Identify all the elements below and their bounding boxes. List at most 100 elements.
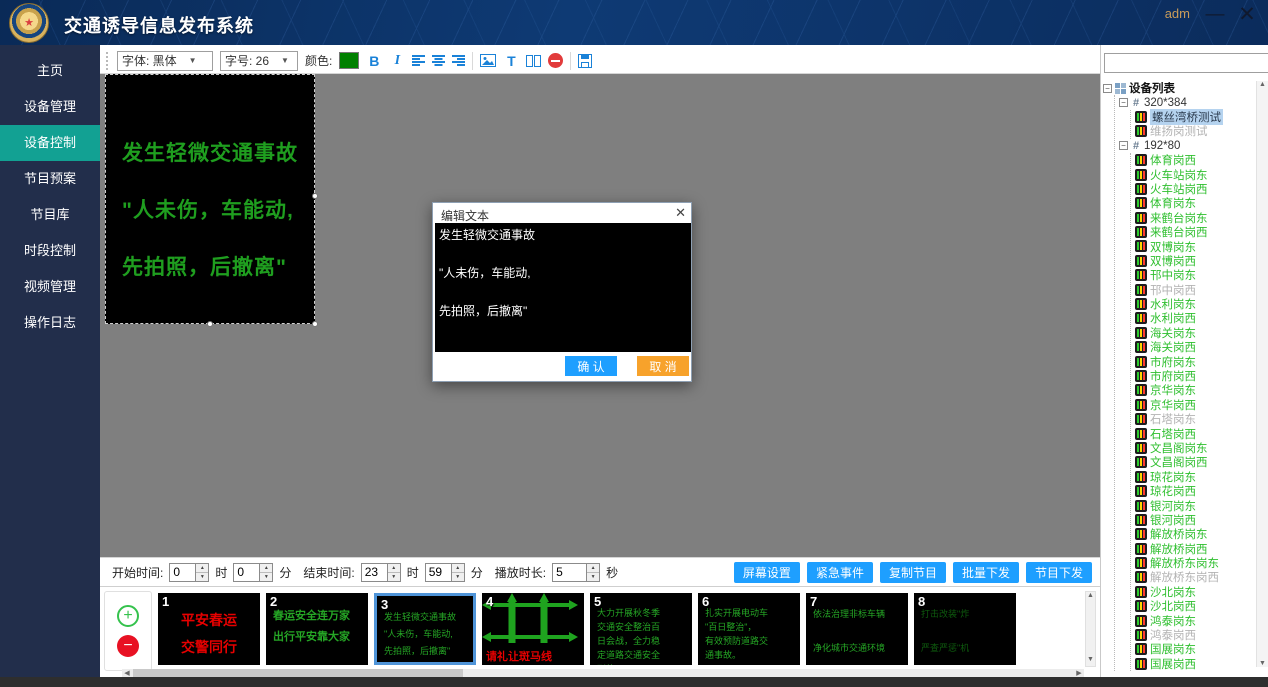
italic-button[interactable]: I [389,53,405,69]
playlist-item-3[interactable]: 3发生轻微交通事故"人未伤，车能动,先拍照，后撤离" [374,593,476,665]
playlist-item-2[interactable]: 2春运安全连万家出行平安靠大家 [266,593,368,665]
font-family-select[interactable]: 字体: 黑体 ▼ [117,51,213,71]
tree-device[interactable]: 维扬岗测试 [1135,124,1255,138]
collapse-toggle[interactable]: − [1119,98,1128,107]
playlist-item-5[interactable]: 5大力开展秋冬季交通安全整治百日会战，全力稳定道路交通安全形势！ [590,593,692,665]
collapse-toggle[interactable]: − [1119,141,1128,150]
playlist-item-8[interactable]: 8打击改装"炸 严查严惩"机 [914,593,1016,665]
tree-device[interactable]: 解放桥东岗东 [1135,556,1255,570]
playlist-item-1[interactable]: 1平安春运交警同行 [158,593,260,665]
playlist-item-6[interactable]: 6扎实开展电动车"百日整治"，有效预防道路交通事故。 [698,593,800,665]
minimize-button[interactable]: — [1202,2,1228,28]
screen-split-icon[interactable] [526,55,541,67]
tree-device[interactable]: 琼花岗东 [1135,470,1255,484]
end-hour-stepper[interactable]: ▲▼ [387,563,401,582]
spin-up-icon[interactable]: ▲ [196,564,208,573]
dialog-textarea[interactable]: 发生轻微交通事故 "人未伤，车能动, 先拍照，后撤离" [435,223,691,352]
duration-input[interactable] [552,563,586,582]
playlist-item-4[interactable]: 4请礼让斑马线 [482,593,584,665]
resize-handle-right[interactable] [312,193,318,199]
tree-device[interactable]: 解放桥岗西 [1135,542,1255,556]
font-size-select[interactable]: 字号: 26 ▼ [220,51,298,71]
confirm-button[interactable]: 确 认 [565,356,617,376]
tree-scrollbar[interactable]: ▲ ▼ [1256,81,1268,667]
sidebar-item-home[interactable]: 主页 [0,53,100,89]
action-button-screen-settings[interactable]: 屏幕设置 [734,562,800,583]
tree-device[interactable]: 石塔岗东 [1135,412,1255,426]
tree-device[interactable]: 银河岗西 [1135,513,1255,527]
tree-device[interactable]: 京华岗西 [1135,398,1255,412]
playlist-vertical-scrollbar[interactable]: ▲ ▼ [1085,591,1096,667]
end-minute-input[interactable] [425,563,451,582]
tree-device[interactable]: 邗中岗东 [1135,268,1255,282]
tree-device[interactable]: 京华岗东 [1135,383,1255,397]
color-swatch[interactable] [339,52,359,69]
tree-device[interactable]: 琼花岗西 [1135,484,1255,498]
spin-down-icon[interactable]: ▼ [587,573,599,581]
tree-device[interactable]: 邗中岗西 [1135,282,1255,296]
tree-group-320*384[interactable]: −#320*384 [1119,95,1255,109]
cancel-button[interactable]: 取 消 [637,356,689,376]
sidebar-item-operation-log[interactable]: 操作日志 [0,305,100,341]
scroll-down-icon[interactable]: ▼ [1257,660,1268,667]
tree-device[interactable]: 文昌阁岗西 [1135,455,1255,469]
tree-device[interactable]: 市府岗西 [1135,369,1255,383]
tree-device[interactable]: 石塔岗西 [1135,426,1255,440]
tree-device[interactable]: 解放桥东岗西 [1135,570,1255,584]
tree-device[interactable]: 水利岗东 [1135,297,1255,311]
spin-down-icon[interactable]: ▼ [388,573,400,581]
stop-icon[interactable] [548,53,563,68]
close-button[interactable]: ✕ [1234,2,1260,28]
text-tool-button[interactable]: T [503,53,519,69]
tree-group-192*80[interactable]: −#192*80 [1119,139,1255,153]
tree-device[interactable]: 沙北岗西 [1135,599,1255,613]
end-minute-stepper[interactable]: ▲▼ [451,563,465,582]
resize-handle-corner[interactable] [312,321,318,327]
tree-device[interactable]: 银河岗东 [1135,498,1255,512]
tree-device[interactable]: 螺丝湾桥测试 [1135,110,1255,124]
tree-device[interactable]: 水利岗西 [1135,311,1255,325]
action-button-emergency-event[interactable]: 紧急事件 [807,562,873,583]
tree-device[interactable]: 市府岗东 [1135,354,1255,368]
action-button-batch-send[interactable]: 批量下发 [953,562,1019,583]
end-hour-input[interactable] [361,563,387,582]
remove-program-button[interactable]: − [117,635,139,657]
tree-device[interactable]: 鸿泰岗东 [1135,613,1255,627]
action-button-copy-program[interactable]: 复制节目 [880,562,946,583]
tree-device[interactable]: 海关岗西 [1135,340,1255,354]
scroll-down-icon[interactable]: ▼ [1086,656,1095,666]
scroll-up-icon[interactable]: ▲ [1086,592,1095,602]
tree-root[interactable]: −设备列表 [1103,81,1255,95]
scroll-up-icon[interactable]: ▲ [1257,81,1268,88]
align-center-icon[interactable] [432,55,445,66]
bold-button[interactable]: B [366,53,382,69]
spin-down-icon[interactable]: ▼ [452,573,464,581]
tree-device[interactable]: 鸿泰岗西 [1135,628,1255,642]
tree-device[interactable]: 海关岗东 [1135,326,1255,340]
duration-stepper[interactable]: ▲▼ [586,563,600,582]
tree-device[interactable]: 来鹤台岗东 [1135,211,1255,225]
action-button-program-send[interactable]: 节目下发 [1026,562,1092,583]
playlist-item-7[interactable]: 7依法治理非标车辆 净化城市交通环境 [806,593,908,665]
tree-device[interactable]: 来鹤台岗西 [1135,225,1255,239]
start-minute-stepper[interactable]: ▲▼ [259,563,273,582]
insert-image-icon[interactable] [480,54,496,67]
tree-device[interactable]: 双博岗西 [1135,254,1255,268]
spin-down-icon[interactable]: ▼ [260,573,272,581]
device-search-input[interactable] [1104,53,1268,73]
spin-down-icon[interactable]: ▼ [196,573,208,581]
start-hour-stepper[interactable]: ▲▼ [195,563,209,582]
sidebar-item-video-manage[interactable]: 视频管理 [0,269,100,305]
save-icon[interactable] [578,54,592,68]
sidebar-item-period-control[interactable]: 时段控制 [0,233,100,269]
add-program-button[interactable]: + [117,605,139,627]
start-minute-input[interactable] [233,563,259,582]
tree-device[interactable]: 火车站岗东 [1135,167,1255,181]
start-hour-input[interactable] [169,563,195,582]
align-left-icon[interactable] [412,55,425,66]
spin-up-icon[interactable]: ▲ [260,564,272,573]
dialog-close-icon[interactable]: ✕ [675,205,686,221]
spin-up-icon[interactable]: ▲ [587,564,599,573]
align-right-icon[interactable] [452,55,465,66]
tree-device[interactable]: 火车站岗西 [1135,182,1255,196]
